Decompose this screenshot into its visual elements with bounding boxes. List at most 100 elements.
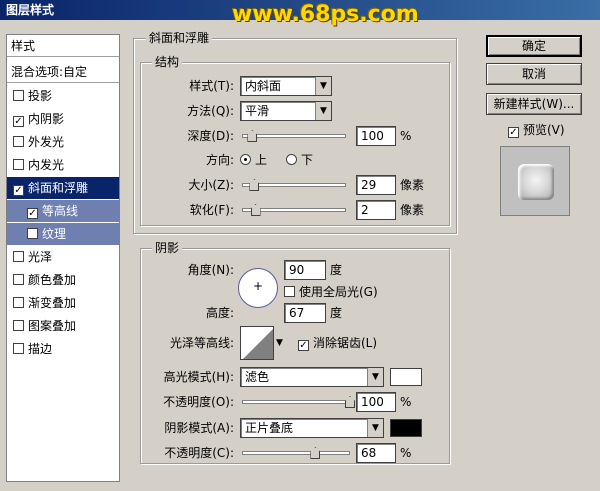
style-item-pattern-overlay[interactable]: 图案叠加 [7,315,119,337]
style-item-checkbox[interactable]: ✓ [13,185,24,196]
style-item-bevel-emboss[interactable]: ✓ 斜面和浮雕 [7,177,119,199]
style-label: 样式(T): [189,79,234,93]
angle-input[interactable]: 90 [284,260,326,280]
shadow-opacity-track[interactable] [242,451,350,455]
style-item-checkbox[interactable] [13,320,24,331]
depth-input[interactable]: 100 [356,126,396,146]
method-select[interactable]: 平滑 ▼ [240,101,332,121]
preview-option[interactable]: ✓ 预览(V) [508,120,565,140]
shadow-mode-value: 正片叠底 [245,421,294,435]
method-select-value: 平滑 [245,104,270,118]
direction-label: 方向: [205,153,234,167]
style-preview-thumbnail [500,146,570,216]
style-list: 样式 混合选项:自定 投影 ✓ 内阴影外发光内发光 ✓ 斜面和浮雕 ✓ 等高线纹理光泽颜色叠… [6,34,120,482]
direction-up-radio[interactable] [240,154,251,165]
structure-title: 结构 [152,55,183,69]
style-item-color-overlay[interactable]: 颜色叠加 [7,269,119,291]
style-item-gradient-overlay[interactable]: 渐变叠加 [7,292,119,314]
style-item-label: 内阴影 [28,112,65,126]
new-style-button[interactable]: 新建样式(W)... [486,93,582,115]
shadow-opacity-input[interactable]: 68 [356,443,396,463]
style-item-drop-shadow[interactable]: 投影 [7,85,119,107]
style-item-label: 纹理 [42,227,67,241]
shading-title: 阴影 [152,241,183,255]
highlight-opacity-slider[interactable] [242,396,355,408]
altitude-label: 高度: [205,306,234,320]
direction-down-option[interactable]: 下 [286,150,313,170]
style-item-satin[interactable]: 光泽 [7,246,119,268]
blend-options-item[interactable]: 混合选项:自定 [7,61,119,83]
size-slider-thumb[interactable] [249,179,260,191]
soften-input[interactable]: 2 [356,200,396,220]
anti-alias-option[interactable]: ✓ 消除锯齿(L) [298,333,377,353]
direction-up-option[interactable]: 上 [240,150,267,170]
direction-up-label: 上 [255,153,268,167]
style-item-inner-glow[interactable]: 内发光 [7,154,119,176]
angle-dial[interactable] [238,268,278,308]
style-item-inner-shadow[interactable]: ✓ 内阴影 [7,108,119,130]
anti-alias-label: 消除锯齿(L) [313,336,378,350]
shadow-opacity-thumb[interactable] [310,447,321,459]
style-item-checkbox[interactable] [13,251,24,262]
style-item-texture[interactable]: 纹理 [7,223,119,245]
preview-checkbox[interactable]: ✓ [508,127,519,138]
style-item-checkbox[interactable] [13,136,24,147]
size-input[interactable]: 29 [356,175,396,195]
size-slider[interactable] [242,179,346,191]
gloss-contour-preview[interactable] [240,326,274,360]
style-item-checkbox[interactable]: ✓ [27,208,38,219]
highlight-mode-select[interactable]: 滤色 ▼ [240,367,384,387]
style-item-checkbox[interactable] [13,297,24,308]
style-item-label: 颜色叠加 [28,273,77,287]
style-item-label: 等高线 [42,204,79,218]
soften-slider-thumb[interactable] [250,204,261,216]
shadow-opacity-slider[interactable] [242,447,350,459]
shadow-mode-label: 阴影模式(A): [164,421,234,435]
soften-label: 软化(F): [189,203,234,217]
style-item-label: 内发光 [28,158,65,172]
depth-label: 深度(D): [187,129,234,143]
shadow-color-swatch[interactable] [390,419,422,437]
shadow-mode-arrow-icon[interactable]: ▼ [367,419,383,437]
soften-slider[interactable] [242,204,346,216]
angle-label: 角度(N): [187,263,234,277]
style-select[interactable]: 内斜面 ▼ [240,76,332,96]
ok-button[interactable]: 确定 [486,35,582,57]
style-item-checkbox[interactable] [13,159,24,170]
style-item-label: 图案叠加 [28,319,77,333]
style-item-stroke[interactable]: 描边 [7,338,119,360]
style-item-checkbox[interactable] [27,228,38,239]
shadow-opacity-label: 不透明度(C): [164,446,234,460]
global-light-checkbox[interactable] [284,286,295,297]
highlight-opacity-track[interactable] [242,400,350,404]
shadow-mode-select[interactable]: 正片叠底 ▼ [240,418,384,438]
depth-slider-thumb[interactable] [247,130,258,142]
style-item-checkbox[interactable] [13,90,24,101]
style-item-label: 描边 [28,342,53,356]
style-item-label: 投影 [28,89,53,103]
gloss-contour-graph-icon [243,329,273,359]
style-item-outer-glow[interactable]: 外发光 [7,131,119,153]
style-item-checkbox[interactable]: ✓ [13,116,24,127]
style-list-header[interactable]: 样式 [7,35,119,57]
style-item-checkbox[interactable] [13,343,24,354]
style-item-label: 渐变叠加 [28,296,77,310]
highlight-opacity-input[interactable]: 100 [356,392,396,412]
direction-down-radio[interactable] [286,154,297,165]
anti-alias-checkbox[interactable]: ✓ [298,340,309,351]
highlight-mode-arrow-icon[interactable]: ▼ [367,368,383,386]
global-light-option[interactable]: 使用全局光(G) [284,282,378,302]
altitude-input[interactable]: 67 [284,303,326,323]
method-select-arrow-icon[interactable]: ▼ [315,102,331,120]
cancel-button[interactable]: 取消 [486,63,582,85]
style-item-contour[interactable]: ✓ 等高线 [7,200,119,222]
style-item-label: 外发光 [28,135,65,149]
depth-slider[interactable] [242,130,346,142]
depth-slider-track[interactable] [242,134,346,138]
style-select-arrow-icon[interactable]: ▼ [315,77,331,95]
style-item-checkbox[interactable] [13,274,24,285]
gloss-contour-arrow-icon[interactable]: ▼ [276,333,283,353]
highlight-color-swatch[interactable] [390,368,422,386]
window-title: 图层样式 [6,3,55,17]
style-item-label: 斜面和浮雕 [28,181,89,195]
